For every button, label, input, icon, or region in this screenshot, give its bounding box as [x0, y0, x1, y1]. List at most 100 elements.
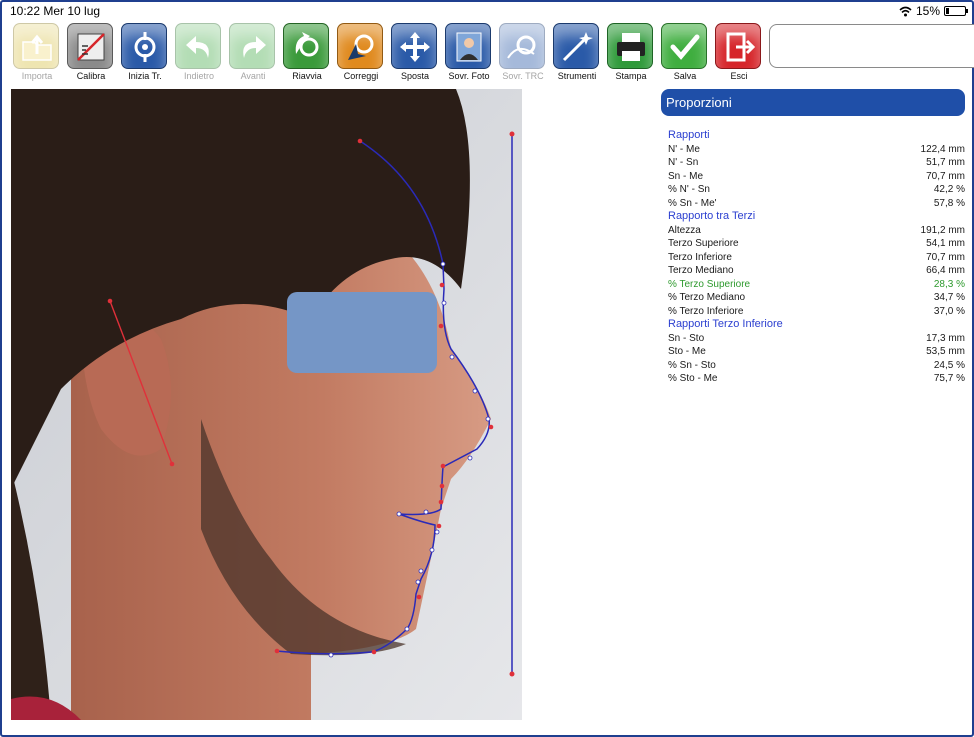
tools-wand-icon	[553, 23, 599, 69]
metric-value: 34,7 %	[933, 292, 965, 303]
toolbar-button-label: Sovr. Foto	[448, 71, 490, 81]
metric-value: 37,0 %	[933, 305, 965, 317]
toolbar: Importa Calibra Inizia Tr. Indietro Avanti Ri…	[10, 22, 766, 86]
toolbar-button-import-folder[interactable]: Importa	[10, 22, 64, 86]
metric-row[interactable]: N' - Sn 51,7 mm	[668, 156, 965, 170]
metric-label: Terzo Superiore	[668, 238, 739, 249]
toolbar-button-label: Riavvia	[292, 71, 322, 81]
notes-field[interactable]	[769, 24, 974, 68]
correct-cursor-icon	[337, 23, 383, 69]
metric-value: 57,8 %	[933, 197, 965, 209]
metric-value: 28,3 %	[933, 278, 965, 290]
patient-profile-photo[interactable]	[11, 89, 522, 720]
restart-icon	[283, 23, 329, 69]
toolbar-button-exit-door[interactable]: Esci	[712, 22, 766, 86]
metric-value: 66,4 mm	[926, 265, 965, 276]
metric-row[interactable]: Terzo Mediano 66,4 mm	[668, 264, 965, 278]
metric-label: % Sn - Sto	[668, 359, 716, 371]
metric-value: 70,7 mm	[926, 251, 965, 263]
metric-row[interactable]: Sn - Me 70,7 mm	[668, 170, 965, 184]
toolbar-button-label: Calibra	[76, 71, 106, 81]
metric-row[interactable]: N' - Me 122,4 mm	[668, 143, 965, 157]
toolbar-button-redo-arrow[interactable]: Avanti	[226, 22, 280, 86]
metric-label: % N' - Sn	[668, 184, 710, 195]
section-title: Rapporti Terzo Inferiore	[668, 318, 783, 330]
toolbar-button-overlay-photo[interactable]: Sovr. Foto	[442, 22, 496, 86]
metric-label: Sn - Sto	[668, 332, 705, 344]
metric-value: 54,1 mm	[926, 238, 965, 249]
metric-row[interactable]: % Sto - Me 75,7 %	[668, 372, 965, 386]
metric-row[interactable]: Terzo Inferiore 70,7 mm	[668, 251, 965, 265]
metric-label: % Terzo Superiore	[668, 278, 751, 290]
metric-label: Altezza	[668, 224, 701, 236]
toolbar-button-restart[interactable]: Riavvia	[280, 22, 334, 86]
save-check-icon	[661, 23, 707, 69]
proportions-list: Rapporti N' - Me 122,4 mm N' - Sn 51,7 mm Sn …	[668, 129, 965, 386]
battery-percent: 15%	[915, 4, 940, 18]
toolbar-button-correct-cursor[interactable]: Correggi	[334, 22, 388, 86]
metric-row[interactable]: Altezza 191,2 mm	[668, 224, 965, 238]
metric-label: Terzo Inferiore	[668, 251, 732, 263]
metric-row[interactable]: % Sn - Sto 24,5 %	[668, 359, 965, 373]
metric-value: 42,2 %	[933, 184, 965, 195]
metric-row[interactable]: Sn - Sto 17,3 mm	[668, 332, 965, 346]
overlay-trc-icon	[499, 23, 545, 69]
toolbar-button-label: Esci	[730, 71, 748, 81]
toolbar-button-calibrate-ruler[interactable]: Calibra	[64, 22, 118, 86]
status-clock: 10:22 Mer 10 lug	[10, 4, 101, 18]
toolbar-button-label: Importa	[21, 71, 53, 81]
toolbar-button-printer[interactable]: Stampa	[604, 22, 658, 86]
metric-value: 191,2 mm	[920, 224, 965, 236]
toolbar-button-overlay-trc[interactable]: Sovr. TRC	[496, 22, 550, 86]
toolbar-button-label: Sposta	[400, 71, 430, 81]
redo-arrow-icon	[229, 23, 275, 69]
section-title: Rapporti	[668, 129, 710, 141]
toolbar-button-label: Inizia Tr.	[128, 71, 162, 81]
metric-row[interactable]: % Sn - Me' 57,8 %	[668, 197, 965, 211]
metric-row[interactable]: % N' - Sn 42,2 %	[668, 183, 965, 197]
import-folder-icon	[13, 23, 59, 69]
toolbar-button-undo-arrow[interactable]: Indietro	[172, 22, 226, 86]
toolbar-button-label: Indietro	[183, 71, 215, 81]
metric-value: 51,7 mm	[926, 157, 965, 168]
metric-label: Terzo Mediano	[668, 265, 734, 276]
start-tracing-icon	[121, 23, 167, 69]
metric-value: 17,3 mm	[926, 332, 965, 344]
section-title: Rapporto tra Terzi	[668, 210, 756, 222]
metric-label: Sn - Me	[668, 170, 704, 182]
metric-value: 53,5 mm	[926, 346, 965, 357]
undo-arrow-icon	[175, 23, 221, 69]
wifi-icon	[899, 6, 912, 16]
toolbar-button-start-tracing[interactable]: Inizia Tr.	[118, 22, 172, 86]
metric-row[interactable]: Sto - Me 53,5 mm	[668, 345, 965, 359]
toolbar-button-label: Avanti	[240, 71, 266, 81]
eye-privacy-mask	[287, 292, 437, 373]
status-right: 15%	[899, 4, 968, 18]
toolbar-button-label: Stampa	[615, 71, 647, 81]
battery-icon	[944, 6, 968, 16]
status-bar: 10:22 Mer 10 lug 15%	[10, 4, 968, 18]
metric-label: N' - Sn	[668, 157, 699, 168]
toolbar-button-move-arrows[interactable]: Sposta	[388, 22, 442, 86]
metric-row[interactable]: Terzo Superiore 54,1 mm	[668, 237, 965, 251]
metric-label: % Sto - Me	[668, 373, 718, 384]
metric-value: 24,5 %	[933, 359, 965, 371]
toolbar-button-label: Sovr. TRC	[502, 71, 544, 81]
toolbar-button-label: Correggi	[343, 71, 379, 81]
metric-label: % Sn - Me'	[668, 197, 717, 209]
toolbar-button-label: Strumenti	[557, 71, 597, 81]
metric-label: % Terzo Inferiore	[668, 305, 744, 317]
toolbar-button-tools-wand[interactable]: Strumenti	[550, 22, 604, 86]
overlay-photo-icon	[445, 23, 491, 69]
toolbar-button-label: Salva	[673, 71, 697, 81]
move-arrows-icon	[391, 23, 437, 69]
toolbar-button-save-check[interactable]: Salva	[658, 22, 712, 86]
metric-row[interactable]: % Terzo Superiore 28,3 %	[668, 278, 965, 292]
panel-title: Proporzioni	[661, 89, 965, 116]
metric-row[interactable]: % Terzo Mediano 34,7 %	[668, 291, 965, 305]
metric-label: % Terzo Mediano	[668, 292, 746, 303]
metric-label: Sto - Me	[668, 346, 706, 357]
metric-row[interactable]: % Terzo Inferiore 37,0 %	[668, 305, 965, 319]
printer-icon	[607, 23, 653, 69]
metric-value: 75,7 %	[933, 373, 965, 384]
